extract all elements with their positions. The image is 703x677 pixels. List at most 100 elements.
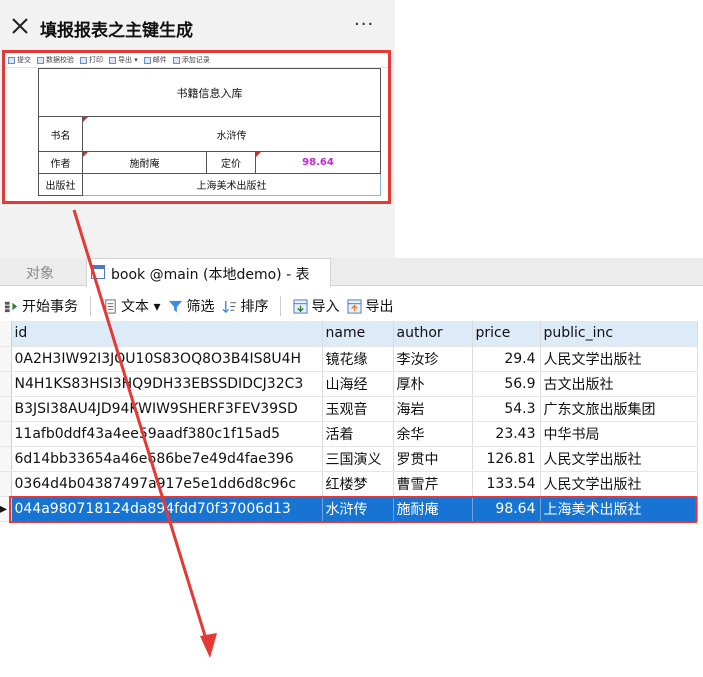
row-selector[interactable] bbox=[0, 371, 12, 397]
row-selector[interactable]: ▸ bbox=[0, 496, 12, 522]
cell-id[interactable]: 0364d4b04387497a917e5e1dd6d8c96c bbox=[11, 471, 323, 497]
cell-id[interactable]: 6d14bb33654a46e686be7e49d4fae396 bbox=[11, 446, 323, 472]
cell-id[interactable]: N4H1KS83HSI3HQ9DH33EBSSDIDCJ32C3 bbox=[11, 371, 323, 397]
column-header-name[interactable]: name bbox=[322, 321, 394, 347]
cell-price[interactable]: 29.4 bbox=[472, 346, 541, 372]
sort-icon bbox=[222, 300, 237, 313]
arrowhead-icon bbox=[200, 633, 217, 658]
table-icon bbox=[91, 265, 105, 279]
author-label: 作者 bbox=[38, 151, 83, 174]
cell-price[interactable]: 133.54 bbox=[472, 471, 541, 497]
required-mark bbox=[256, 152, 261, 157]
required-mark bbox=[83, 152, 88, 157]
price-field[interactable]: 98.64 bbox=[255, 151, 381, 174]
row-selector[interactable] bbox=[0, 421, 12, 447]
data-grid: id name author price public_inc 0A2H3IW9… bbox=[0, 321, 703, 522]
cell-name[interactable]: 山海经 bbox=[322, 371, 394, 397]
table-row[interactable]: 0A2H3IW92I3JQU10S83OQ8O3B4IS8U4H 镜花缘 李汝珍 29… bbox=[0, 346, 698, 372]
printer-icon bbox=[80, 56, 87, 64]
cell-author[interactable]: 罗贯中 bbox=[393, 446, 473, 472]
cell-price[interactable]: 126.81 bbox=[472, 446, 541, 472]
table-row[interactable]: ▸ 044a980718124da894fdd70f37006d13 水浒传 施耐庵 9… bbox=[0, 496, 698, 522]
more-menu-icon[interactable]: ··· bbox=[354, 14, 374, 35]
cell-name[interactable]: 红楼梦 bbox=[322, 471, 394, 497]
cell-price[interactable]: 54.3 bbox=[472, 396, 541, 422]
add-record-button[interactable]: 添加记录 bbox=[172, 55, 210, 65]
cell-name[interactable]: 活着 bbox=[322, 421, 394, 447]
page-title: 填报报表之主键生成 bbox=[40, 21, 193, 41]
validate-button[interactable]: 数据校验 bbox=[37, 55, 74, 65]
table-row[interactable]: 6d14bb33654a46e686be7e49d4fae396 三国演义 罗贯中 1… bbox=[0, 446, 698, 472]
add-record-icon bbox=[172, 56, 180, 64]
print-button[interactable]: 打印 bbox=[80, 55, 103, 65]
import-button[interactable]: 导入 bbox=[289, 294, 343, 318]
cell-name[interactable]: 镜花缘 bbox=[322, 346, 394, 372]
grid-toolbar: 开始事务 文本 ▾ 筛选 排序 导入 导出 bbox=[0, 291, 703, 321]
row-selector[interactable] bbox=[0, 396, 12, 422]
check-icon bbox=[37, 56, 44, 64]
cell-name[interactable]: 玉观音 bbox=[322, 396, 394, 422]
cell-public-inc[interactable]: 古文出版社 bbox=[540, 371, 698, 397]
begin-transaction-button[interactable]: 开始事务 bbox=[0, 294, 82, 318]
form-heading: 书籍信息入库 bbox=[38, 68, 381, 117]
cell-author[interactable]: 余华 bbox=[393, 421, 473, 447]
transaction-icon bbox=[4, 301, 18, 312]
cell-id[interactable]: 044a980718124da894fdd70f37006d13 bbox=[11, 496, 323, 522]
cell-public-inc[interactable]: 人民文学出版社 bbox=[540, 346, 698, 372]
cell-public-inc[interactable]: 人民文学出版社 bbox=[540, 471, 698, 497]
text-view-dropdown[interactable]: 文本 ▾ bbox=[99, 294, 164, 318]
row-selector[interactable] bbox=[0, 346, 12, 372]
export-button[interactable]: 导出 bbox=[343, 294, 397, 318]
cell-name[interactable]: 三国演义 bbox=[322, 446, 394, 472]
row-selector[interactable] bbox=[0, 446, 12, 472]
name-field[interactable]: 水浒传 bbox=[82, 116, 381, 152]
filter-icon bbox=[169, 300, 183, 312]
column-header-id[interactable]: id bbox=[11, 321, 323, 347]
sort-button[interactable]: 排序 bbox=[218, 294, 272, 318]
import-icon bbox=[293, 298, 309, 314]
cell-author[interactable]: 厚朴 bbox=[393, 371, 473, 397]
cell-price[interactable]: 23.43 bbox=[472, 421, 541, 447]
filter-button[interactable]: 筛选 bbox=[164, 294, 218, 318]
document-icon bbox=[105, 298, 116, 314]
cell-public-inc[interactable]: 广东文旅出版集团 bbox=[540, 396, 698, 422]
cell-author[interactable]: 李汝珍 bbox=[393, 346, 473, 372]
cell-price[interactable]: 98.64 bbox=[472, 496, 541, 522]
cell-name[interactable]: 水浒传 bbox=[322, 496, 394, 522]
export-dropdown[interactable]: 导出 ▾ bbox=[109, 55, 138, 65]
column-header-author[interactable]: author bbox=[393, 321, 473, 347]
mobile-report-panel: 填报报表之主键生成 ··· 提交 数据校验 打印 导出 ▾ 邮件 添加记录 书籍… bbox=[0, 0, 395, 258]
cell-id[interactable]: 0A2H3IW92I3JQU10S83OQ8O3B4IS8U4H bbox=[11, 346, 323, 372]
table-row[interactable]: 11afb0ddf43a4ee59aadf380c1f15ad5 活着 余华 23.4… bbox=[0, 421, 698, 447]
mail-icon bbox=[143, 56, 151, 64]
close-icon[interactable] bbox=[10, 16, 30, 36]
column-header-public-inc[interactable]: public_inc bbox=[540, 321, 698, 347]
table-row[interactable]: 0364d4b04387497a917e5e1dd6d8c96c 红楼梦 曹雪芹 13… bbox=[0, 471, 698, 497]
cell-id[interactable]: B3JSI38AU4JD94KWIW9SHERF3FEV39SD bbox=[11, 396, 323, 422]
author-field[interactable]: 施耐庵 bbox=[82, 151, 207, 174]
cell-price[interactable]: 56.9 bbox=[472, 371, 541, 397]
column-header-price[interactable]: price bbox=[472, 321, 541, 347]
table-row[interactable]: N4H1KS83HSI3HQ9DH33EBSSDIDCJ32C3 山海经 厚朴 56.… bbox=[0, 371, 698, 397]
cell-id[interactable]: 11afb0ddf43a4ee59aadf380c1f15ad5 bbox=[11, 421, 323, 447]
book-entry-form: 书籍信息入库 书名 水浒传 作者 施耐庵 定价 98.64 出版社 上海美术出版… bbox=[38, 68, 381, 196]
cell-author[interactable]: 海岩 bbox=[393, 396, 473, 422]
table-row[interactable]: B3JSI38AU4JD94KWIW9SHERF3FEV39SD 玉观音 海岩 54.… bbox=[0, 396, 698, 422]
press-field[interactable]: 上海美术出版社 bbox=[82, 173, 381, 196]
tab-book-table[interactable]: book @main (本地demo) - 表 bbox=[86, 258, 331, 287]
cell-author[interactable]: 施耐庵 bbox=[393, 496, 473, 522]
cell-public-inc[interactable]: 人民文学出版社 bbox=[540, 446, 698, 472]
submit-icon bbox=[8, 56, 15, 64]
row-selector[interactable] bbox=[0, 471, 12, 497]
cell-author[interactable]: 曹雪芹 bbox=[393, 471, 473, 497]
book-table: id name author price public_inc 0A2H3IW9… bbox=[0, 321, 698, 522]
report-form-highlight: 提交 数据校验 打印 导出 ▾ 邮件 添加记录 书籍信息入库 书名 水浒传 作者… bbox=[2, 50, 391, 204]
submit-button[interactable]: 提交 bbox=[8, 55, 31, 65]
press-label: 出版社 bbox=[38, 173, 83, 196]
row-gutter bbox=[0, 321, 12, 347]
tab-objects[interactable]: 对象 bbox=[26, 263, 54, 283]
cell-public-inc[interactable]: 上海美术出版社 bbox=[540, 496, 698, 522]
cell-public-inc[interactable]: 中华书局 bbox=[540, 421, 698, 447]
header-row: id name author price public_inc bbox=[0, 321, 698, 347]
mail-button[interactable]: 邮件 bbox=[143, 55, 167, 65]
